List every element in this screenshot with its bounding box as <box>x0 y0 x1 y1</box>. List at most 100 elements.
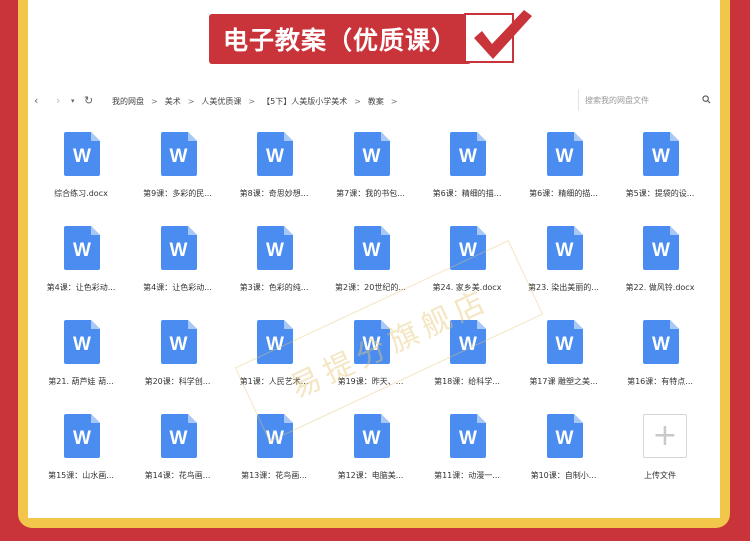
file-name: 第3课：色彩的纯... <box>239 283 309 292</box>
upload-label: 上传文件 <box>644 471 676 480</box>
checkmark-icon <box>474 10 532 59</box>
file-item[interactable]: W 第19课：昨天、... <box>323 310 419 400</box>
word-doc-icon: W <box>353 320 390 364</box>
file-item[interactable]: W 第13课：花鸟画... <box>226 404 322 494</box>
word-doc-icon: W <box>643 320 679 364</box>
breadcrumb-item[interactable]: 【5下】人美版小学美术 <box>262 96 347 107</box>
word-doc-icon: W <box>546 132 583 176</box>
breadcrumb-item[interactable]: 教案 <box>368 96 384 107</box>
upload-file-button[interactable]: + 上传文件 <box>612 404 708 494</box>
file-item[interactable]: W 第9课：多彩的民... <box>130 122 226 212</box>
file-name: 第8课：奇思妙想... <box>239 189 309 198</box>
file-name: 第11课：动漫一... <box>434 471 500 480</box>
word-doc-icon: W <box>450 414 486 458</box>
word-doc-icon: W <box>450 226 486 270</box>
file-item[interactable]: W 第18课：给科学... <box>419 310 515 400</box>
word-doc-icon: W <box>353 226 390 270</box>
file-item[interactable]: W 第12课：电脑美... <box>323 404 419 494</box>
file-name: 第9课：多彩的民... <box>143 189 212 198</box>
word-doc-icon: W <box>160 226 197 270</box>
file-item[interactable]: W 第6课：精细的描... <box>516 122 612 212</box>
breadcrumb-item[interactable]: 美术 <box>165 96 181 107</box>
file-name: 第4课：让色彩动... <box>46 283 116 292</box>
word-doc-icon: W <box>643 132 679 176</box>
file-name: 第13课：花鸟画... <box>241 471 307 480</box>
file-name: 第19课：昨天、... <box>337 377 404 386</box>
breadcrumb-item[interactable]: 我的网盘 <box>112 96 144 107</box>
file-item[interactable]: W 第4课：让色彩动... <box>33 216 129 306</box>
file-name: 第15课：山水画... <box>48 471 114 480</box>
file-name: 综合练习.docx <box>54 189 108 198</box>
word-doc-icon: W <box>160 320 197 364</box>
chevron-right-icon[interactable]: › <box>56 94 60 107</box>
file-item[interactable]: W 第6课：精细的描... <box>419 122 515 212</box>
file-item[interactable]: W 第4课：让色彩动... <box>130 216 226 306</box>
file-name: 第1课：人民艺术... <box>239 377 309 386</box>
file-item[interactable]: W 第16课：有特点... <box>612 310 708 400</box>
file-name: 第21. 葫芦娃 葫... <box>48 377 114 386</box>
file-name: 第12课：电脑美... <box>337 471 404 480</box>
word-doc-icon: W <box>353 132 390 176</box>
word-doc-icon: W <box>546 320 583 364</box>
file-name: 第20课：科学创... <box>144 377 211 386</box>
file-name: 第4课：让色彩动... <box>143 283 212 292</box>
file-item[interactable]: W 第20课：科学创... <box>130 310 226 400</box>
plus-icon: + <box>643 414 687 458</box>
chevron-left-icon[interactable]: ‹ <box>34 94 38 107</box>
file-name: 第16课：有特点... <box>627 377 693 386</box>
search-box <box>578 89 715 111</box>
file-item[interactable]: W 第7课：我的书包... <box>323 122 419 212</box>
file-item[interactable]: W 第2课：20世纪的... <box>323 216 419 306</box>
file-item[interactable]: W 第5课：提袋的设... <box>612 122 708 212</box>
file-name: 第14课：花鸟画... <box>144 471 211 480</box>
word-doc-icon: W <box>160 414 197 458</box>
file-item[interactable]: W 第15课：山水画... <box>33 404 129 494</box>
word-doc-icon: W <box>257 226 293 270</box>
file-item[interactable]: W 第11课：动漫一... <box>419 404 515 494</box>
file-name: 第10课：自制小... <box>530 471 597 480</box>
search-icon[interactable] <box>702 95 711 104</box>
word-doc-icon: W <box>64 320 100 364</box>
file-name: 第22. 做风铃.docx <box>625 283 695 292</box>
word-doc-icon: W <box>643 226 679 270</box>
file-item[interactable]: W 第14课：花鸟画... <box>130 404 226 494</box>
file-name: 第7课：我的书包... <box>336 189 405 198</box>
word-doc-icon: W <box>257 320 293 364</box>
word-doc-icon: W <box>257 132 293 176</box>
file-name: 第6课：精细的描... <box>432 189 502 198</box>
word-doc-icon: W <box>450 320 486 364</box>
word-doc-icon: W <box>450 132 486 176</box>
file-name: 第18课：给科学... <box>434 377 500 386</box>
file-item[interactable]: W 第8课：奇思妙想... <box>226 122 322 212</box>
file-item[interactable]: W 第22. 做风铃.docx <box>612 216 708 306</box>
file-browser-toolbar: ‹ › ▾ ↻ 我的网盘 > 美术 > 人美优质课 > 【5下】人美版小学美术 > 教案… <box>28 88 720 114</box>
page-title: 电子教案（优质课） <box>209 14 471 64</box>
file-name: 第24. 家乡美.docx <box>432 283 502 292</box>
file-item[interactable]: W 第24. 家乡美.docx <box>419 216 515 306</box>
search-input[interactable] <box>585 92 695 108</box>
dropdown-icon[interactable]: ▾ <box>71 97 75 105</box>
file-name: 第17课 雕塑之美... <box>529 377 598 386</box>
file-name: 第2课：20世纪的... <box>335 283 406 292</box>
word-doc-icon: W <box>64 226 100 270</box>
word-doc-icon: W <box>64 132 100 176</box>
file-item[interactable]: W 第3课：色彩的纯... <box>226 216 322 306</box>
word-doc-icon: W <box>257 414 293 458</box>
breadcrumb: 我的网盘 > 美术 > 人美优质课 > 【5下】人美版小学美术 > 教案 > <box>112 96 398 107</box>
file-item[interactable]: W 第21. 葫芦娃 葫... <box>33 310 129 400</box>
file-name: 第23. 染出美丽的... <box>528 283 599 292</box>
file-item[interactable]: W 第23. 染出美丽的... <box>516 216 612 306</box>
file-item[interactable]: W 第1课：人民艺术... <box>226 310 322 400</box>
word-doc-icon: W <box>546 226 583 270</box>
refresh-icon[interactable]: ↻ <box>84 94 93 107</box>
file-item[interactable]: W 综合练习.docx <box>33 122 129 212</box>
file-item[interactable]: W 第10课：自制小... <box>516 404 612 494</box>
word-doc-icon: W <box>546 414 583 458</box>
word-doc-icon: W <box>64 414 100 458</box>
word-doc-icon: W <box>160 132 197 176</box>
word-doc-icon: W <box>353 414 390 458</box>
file-name: 第6课：精细的描... <box>529 189 598 198</box>
file-item[interactable]: W 第17课 雕塑之美... <box>516 310 612 400</box>
breadcrumb-item[interactable]: 人美优质课 <box>201 96 241 107</box>
file-name: 第5课：提袋的设... <box>625 189 695 198</box>
